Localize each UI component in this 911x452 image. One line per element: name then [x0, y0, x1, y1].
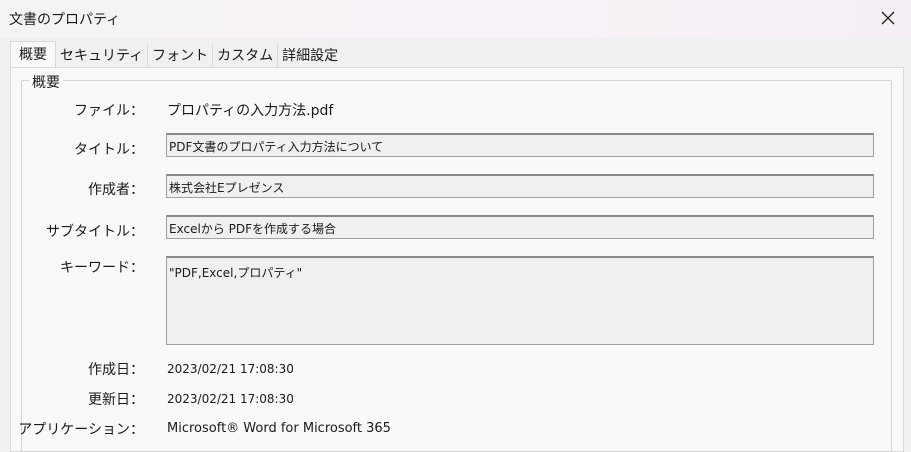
file-value: プロパティの入力方法.pdf [167, 103, 334, 119]
tab-advanced[interactable]: 詳細設定 [278, 44, 342, 68]
dialog-body: 概要 セキュリティ フォント カスタム 詳細設定 概要 ファイル： プロパティの… [0, 38, 911, 452]
keywords-label: キーワード： [60, 260, 144, 276]
close-button[interactable] [873, 4, 903, 32]
tab-custom[interactable]: カスタム [213, 44, 279, 68]
author-label: 作成者： [88, 182, 144, 198]
application-label: アプリケーション： [18, 422, 144, 438]
author-field[interactable]: 株式会社Eプレゼンス [166, 174, 874, 198]
title-bar: 文書のプロパティ [0, 0, 911, 38]
tab-fonts[interactable]: フォント [148, 44, 214, 68]
modified-label: 更新日： [88, 392, 144, 408]
summary-group: 概要 ファイル： プロパティの入力方法.pdf タイトル： PDF文書のプロパテ… [18, 72, 892, 452]
close-icon [881, 11, 895, 25]
tab-security[interactable]: セキュリティ [56, 44, 149, 68]
created-label: 作成日： [88, 362, 144, 378]
tab-strip: 概要 セキュリティ フォント カスタム 詳細設定 [10, 40, 342, 69]
subject-label: サブタイトル： [46, 224, 144, 240]
created-value: 2023/02/21 17:08:30 [167, 362, 294, 376]
title-label: タイトル： [74, 142, 144, 158]
group-legend: 概要 [29, 72, 63, 92]
file-label: ファイル： [74, 103, 144, 119]
application-value: Microsoft® Word for Microsoft 365 [167, 421, 391, 436]
tab-panel-summary: 概要 ファイル： プロパティの入力方法.pdf タイトル： PDF文書のプロパテ… [10, 67, 904, 452]
modified-value: 2023/02/21 17:08:30 [167, 392, 294, 406]
window-title: 文書のプロパティ [9, 12, 121, 28]
title-field[interactable]: PDF文書のプロパティ入力方法について [166, 133, 874, 157]
keywords-field[interactable]: "PDF,Excel,プロパティ" [166, 256, 874, 345]
subject-field[interactable]: Excelから PDFを作成する場合 [166, 215, 874, 239]
tab-summary[interactable]: 概要 [10, 41, 56, 69]
